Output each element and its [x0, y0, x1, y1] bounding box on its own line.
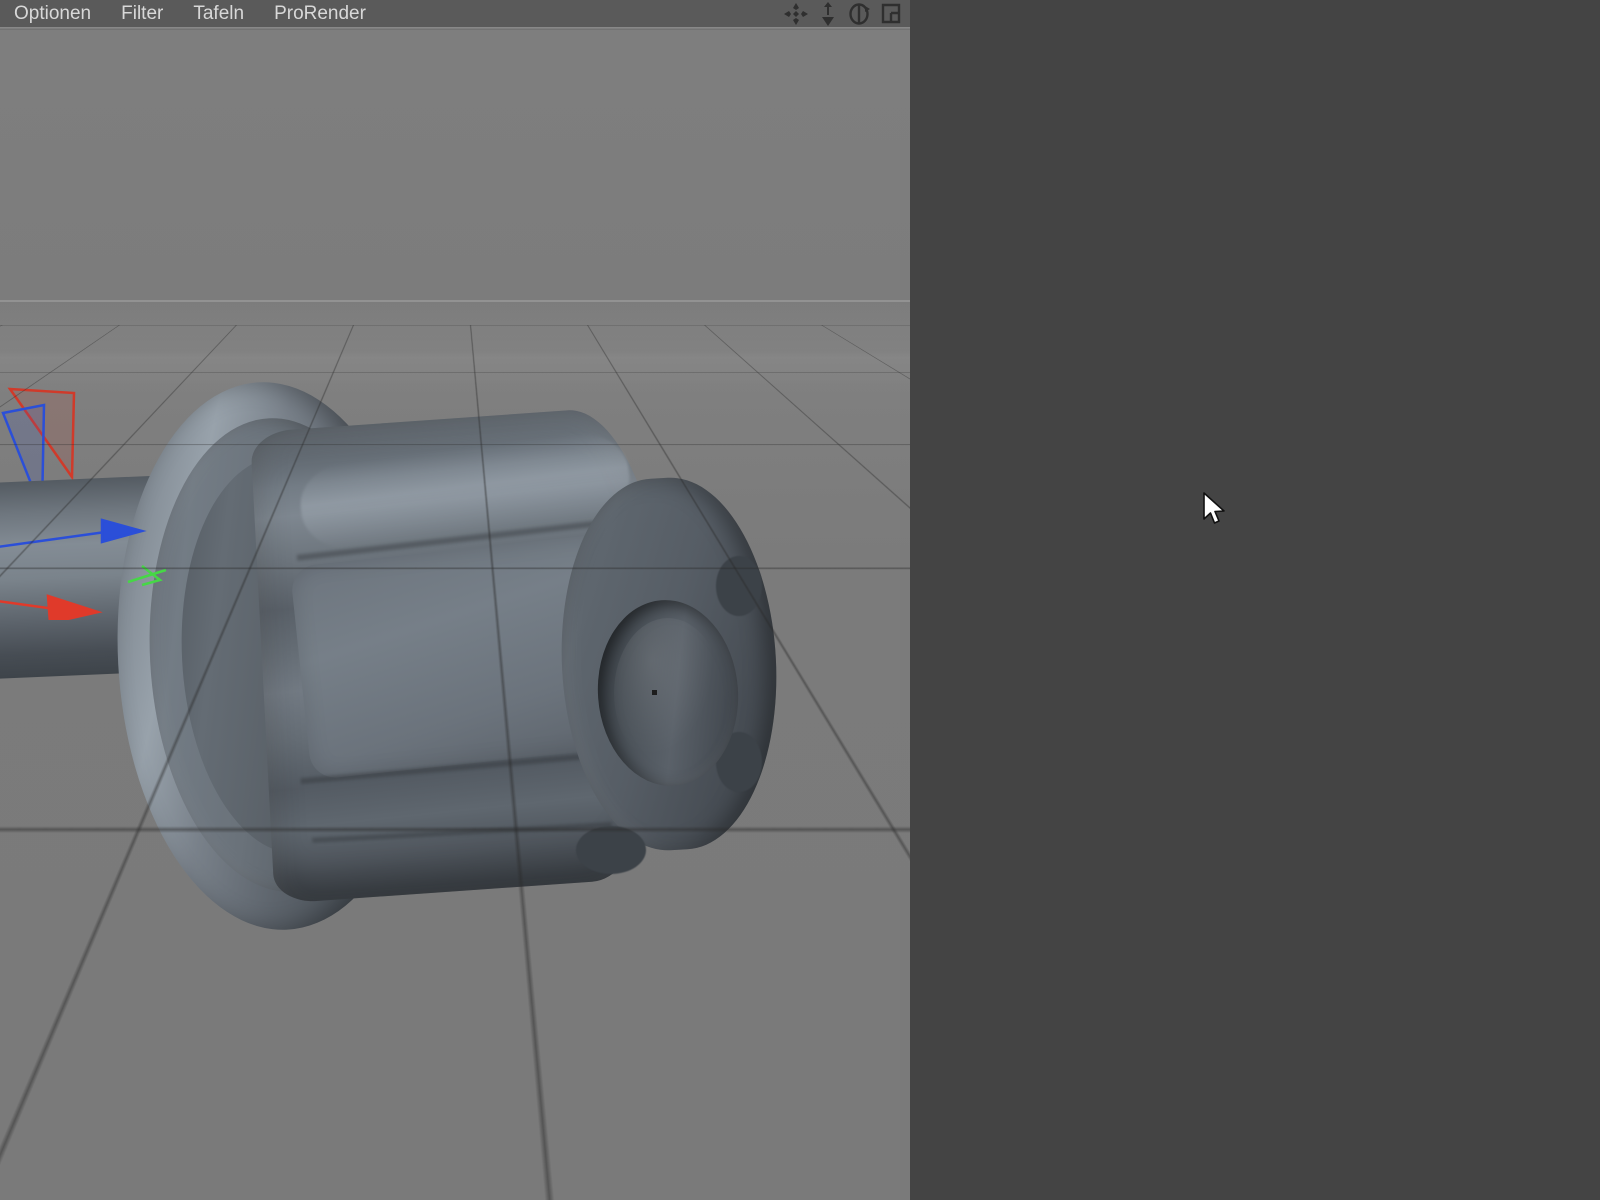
y-axis	[128, 566, 166, 585]
viewport-menu-prorender[interactable]: ProRender	[259, 0, 381, 27]
ground-grid	[0, 30, 910, 325]
viewport-menubar: Optionen Filter Tafeln ProRender	[0, 0, 910, 27]
knob-geometry	[0, 360, 780, 970]
object-axis-gizmo[interactable]	[0, 490, 190, 620]
viewport-3d-scene[interactable]	[0, 30, 910, 1200]
bore-highlight	[614, 618, 722, 768]
x-axis	[0, 596, 98, 620]
nut-notch	[576, 826, 646, 874]
nut-notch	[716, 556, 762, 616]
viewport-menu-tafeln[interactable]: Tafeln	[178, 0, 259, 27]
bore-center-point	[652, 690, 657, 695]
rotate-view-icon[interactable]	[847, 2, 871, 26]
maximize-viewport-icon[interactable]	[880, 2, 902, 26]
right-panel-stack: - Volumenmesher ✓	[910, 0, 1600, 1200]
z-axis	[0, 520, 142, 548]
dolly-view-icon[interactable]	[818, 2, 838, 26]
viewport-menu-filter[interactable]: Filter	[106, 0, 178, 27]
viewport-menu-optionen[interactable]: Optionen	[0, 0, 106, 27]
viewport-nav-icons	[783, 0, 902, 27]
move-view-icon[interactable]	[783, 2, 809, 26]
viewport-panel[interactable]: Optionen Filter Tafeln ProRender	[0, 0, 910, 1200]
